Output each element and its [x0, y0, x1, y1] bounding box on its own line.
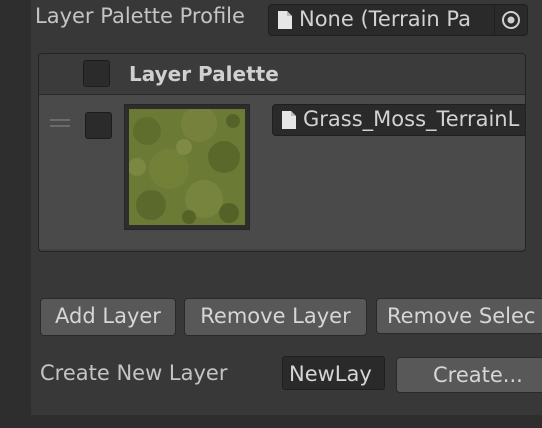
layer-palette-title: Layer Palette	[129, 62, 279, 86]
object-picker-button[interactable]	[494, 5, 527, 35]
add-layer-button[interactable]: Add Layer	[40, 298, 176, 336]
window-edge-bottom	[0, 415, 542, 428]
select-all-checkbox[interactable]	[83, 60, 110, 87]
drag-handle-icon[interactable]	[50, 119, 70, 129]
profile-object-field[interactable]: None (Terrain Pa	[268, 4, 528, 36]
new-layer-name-input[interactable]: NewLay	[282, 356, 385, 390]
list-item[interactable]: Grass_Moss_TerrainL	[39, 95, 525, 249]
layer-palette-list: Layer Palette Grass_Moss_TerrainL	[38, 53, 526, 252]
file-icon	[278, 11, 292, 29]
profile-label: Layer Palette Profile	[35, 4, 245, 28]
remove-layer-button[interactable]: Remove Layer	[184, 298, 367, 336]
layer-select-checkbox[interactable]	[85, 112, 112, 139]
remove-selected-button[interactable]: Remove Selec	[376, 298, 542, 334]
grass-moss-texture-image	[129, 109, 245, 225]
layer-palette-header: Layer Palette	[39, 54, 525, 95]
profile-field-value: None (Terrain Pa	[299, 7, 472, 31]
object-picker-icon	[502, 11, 520, 29]
file-icon	[282, 111, 296, 129]
create-button[interactable]: Create...	[396, 357, 542, 393]
layer-object-field[interactable]: Grass_Moss_TerrainL	[272, 104, 525, 136]
create-new-layer-label: Create New Layer	[40, 361, 228, 385]
window-edge-left	[0, 0, 31, 428]
layer-name: Grass_Moss_TerrainL	[303, 107, 520, 131]
layer-thumbnail[interactable]	[124, 104, 250, 230]
